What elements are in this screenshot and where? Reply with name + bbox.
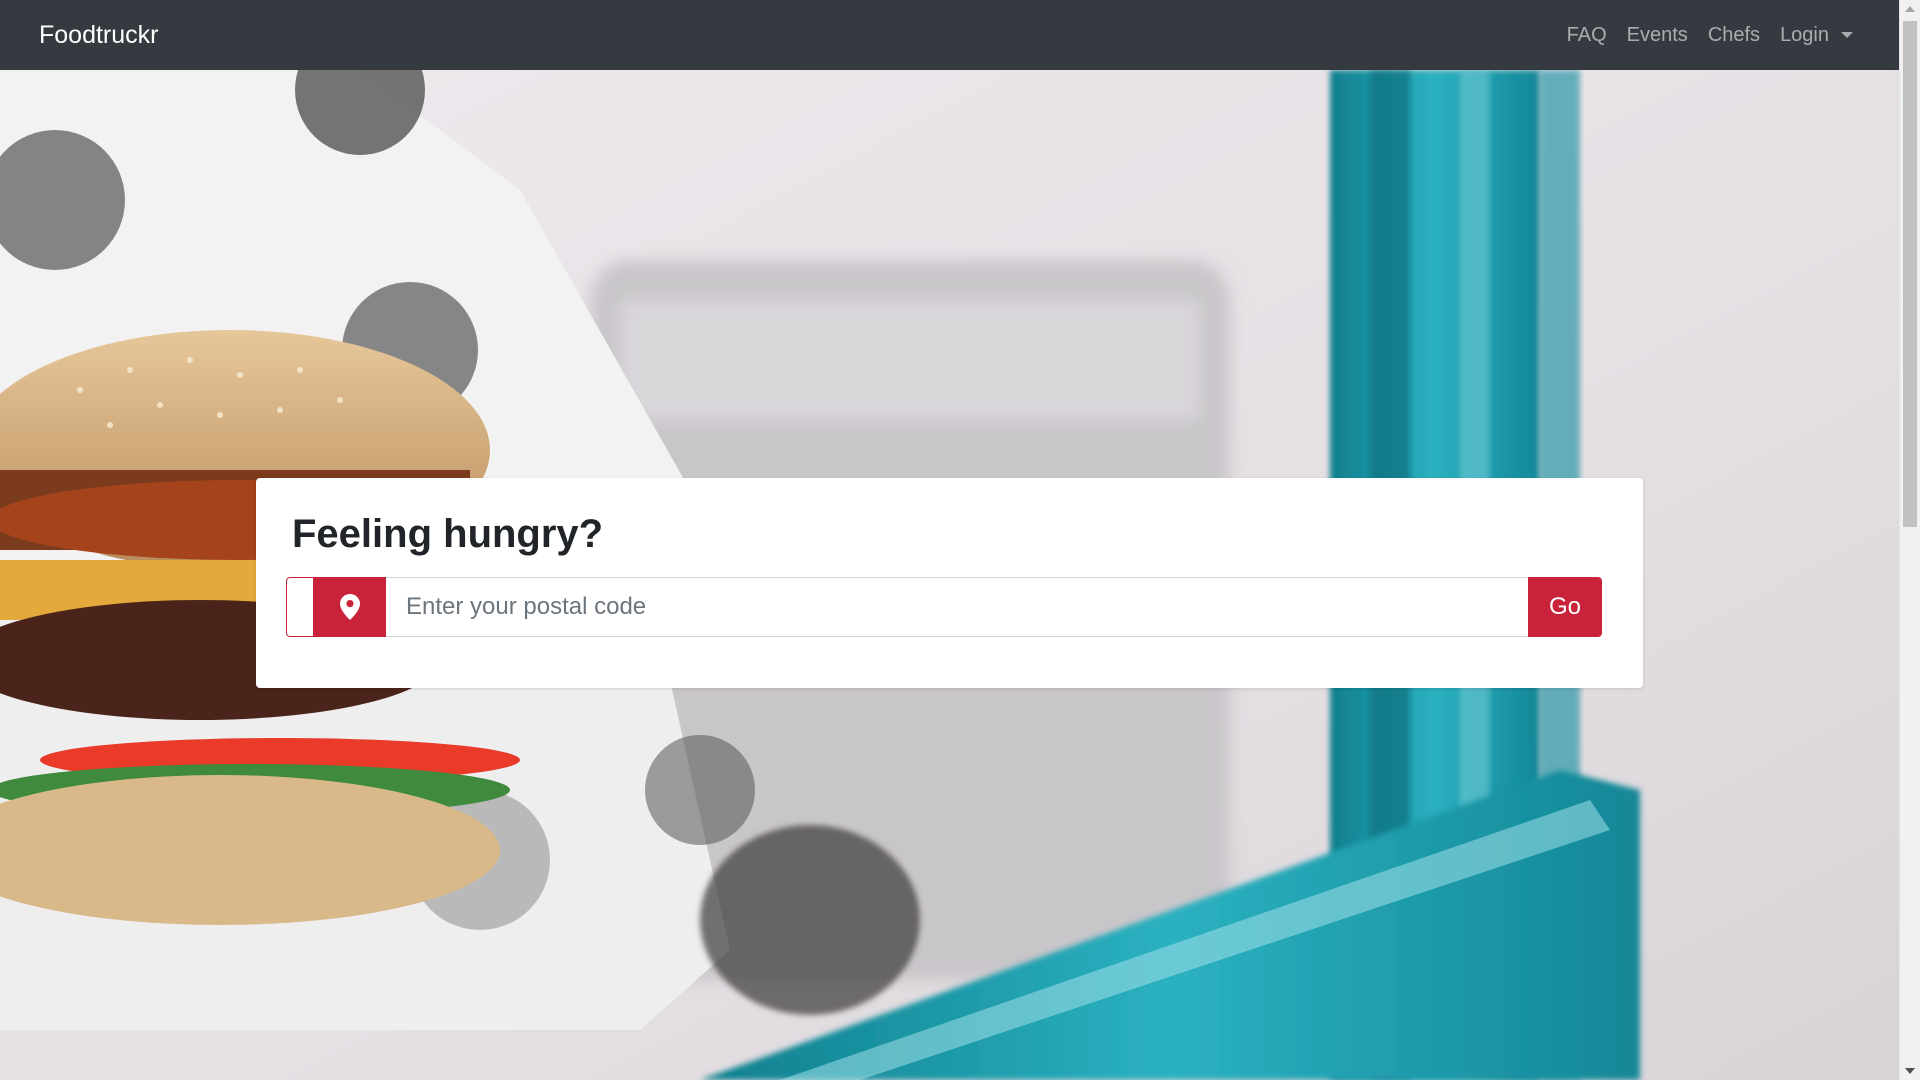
postal-code-input[interactable] [386, 577, 1528, 637]
input-group-left-edge [286, 577, 313, 637]
card-title: Feeling hungry? [292, 512, 604, 556]
scroll-down-arrow-icon[interactable] [1905, 1068, 1915, 1074]
login-label: Login [1780, 23, 1829, 46]
vertical-scrollbar[interactable] [1899, 0, 1920, 1080]
search-card: Feeling hungry? Go [256, 478, 1643, 688]
login-dropdown-toggle[interactable]: Login [1770, 24, 1863, 47]
nav-link-events[interactable]: Events [1617, 24, 1698, 47]
nav-link-faq[interactable]: FAQ [1557, 24, 1617, 47]
scroll-up-arrow-icon[interactable] [1905, 6, 1915, 12]
brand-logo-link[interactable]: Foodtruckr [39, 21, 158, 50]
location-addon [313, 577, 386, 637]
map-pin-icon [339, 594, 360, 620]
postal-code-input-group: Go [286, 577, 1602, 637]
nav-links: FAQ Events Chefs Login [1557, 24, 1863, 47]
nav-link-chefs[interactable]: Chefs [1698, 24, 1770, 47]
caret-down-icon [1841, 32, 1853, 38]
top-navbar: Foodtruckr FAQ Events Chefs Login [0, 0, 1899, 70]
scrollbar-thumb[interactable] [1903, 21, 1917, 527]
go-button[interactable]: Go [1528, 577, 1602, 637]
